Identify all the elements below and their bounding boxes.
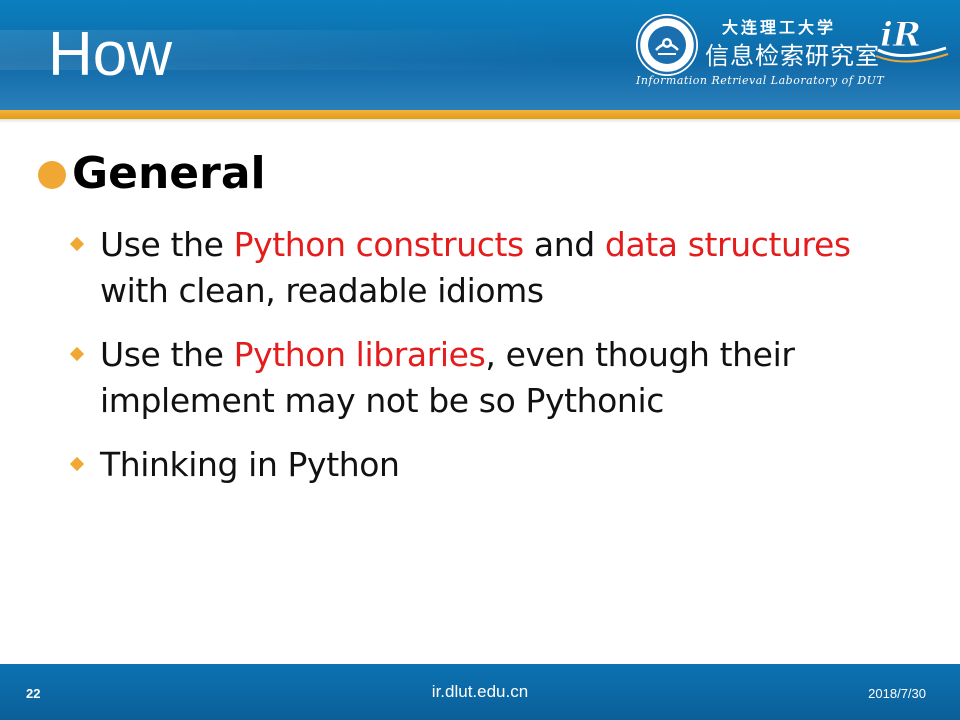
heading-bullet-icon bbox=[38, 161, 66, 189]
diamond-bullet-icon bbox=[69, 346, 85, 362]
slide-footer: 22 ir.dlut.edu.cn 2018/7/30 bbox=[0, 664, 960, 720]
bullet-line: implement may not be so Pythonic bbox=[100, 381, 664, 420]
header-accent-bar bbox=[0, 110, 960, 119]
ir-logo-text: iR bbox=[880, 15, 921, 55]
lab-name-english: Information Retrieval Laboratory of DUT bbox=[636, 74, 885, 87]
bullet-line: with clean, readable idioms bbox=[100, 271, 544, 310]
diamond-bullet-icon bbox=[69, 236, 85, 252]
slide-header: How 大连理工大学 信息检索研究室 Information Retrieval… bbox=[0, 0, 960, 110]
heading-text: General bbox=[72, 148, 266, 199]
diamond-bullet-icon bbox=[69, 456, 85, 472]
slide-date: 2018/7/30 bbox=[868, 686, 926, 701]
website-link[interactable]: ir.dlut.edu.cn bbox=[0, 682, 960, 702]
ir-logo-icon: iR bbox=[875, 15, 949, 63]
bullet-line: Use the Python libraries, even though th… bbox=[100, 335, 795, 374]
university-seal-icon bbox=[636, 14, 698, 76]
bullet-line: Use the Python constructs and data struc… bbox=[100, 225, 851, 264]
slide-title: How bbox=[48, 20, 173, 89]
bullet-line: Thinking in Python bbox=[100, 445, 400, 484]
university-name: 大连理工大学 bbox=[722, 18, 837, 37]
lab-name: 信息检索研究室 bbox=[705, 42, 880, 70]
